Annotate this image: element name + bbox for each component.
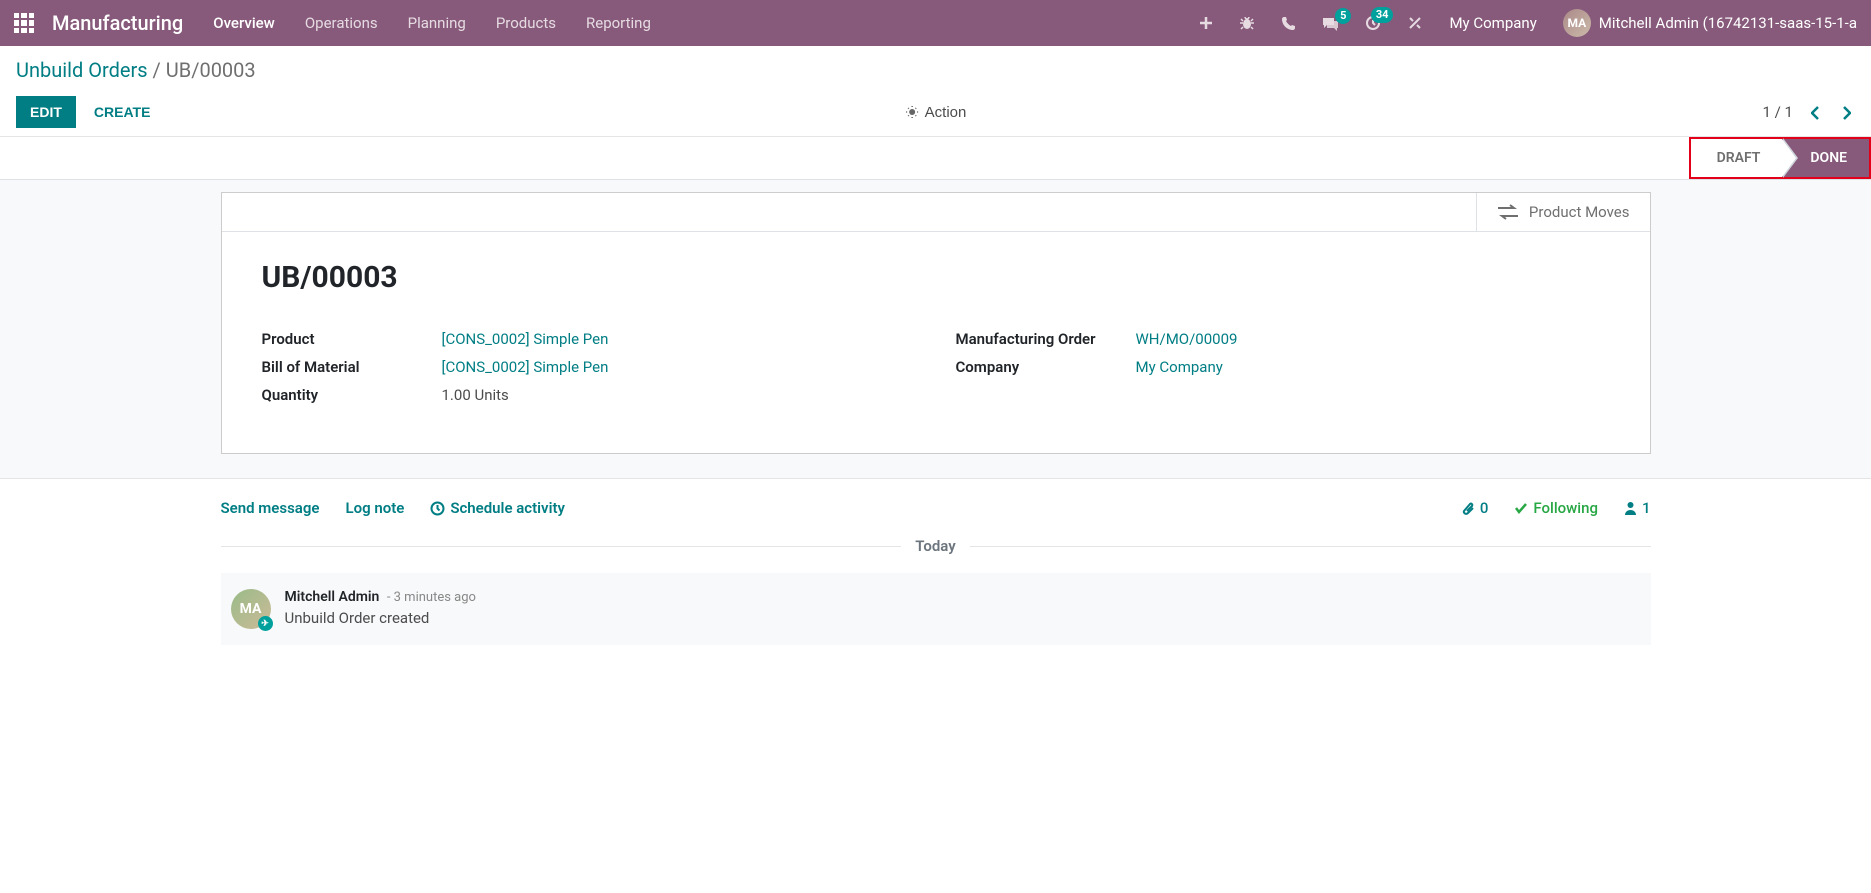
- date-separator-label: Today: [901, 537, 969, 555]
- systray: 5 34: [1199, 15, 1423, 31]
- pager-prev[interactable]: [1807, 102, 1824, 123]
- field-bom[interactable]: [CONS_0002] Simple Pen: [442, 358, 609, 376]
- pager-value[interactable]: 1 / 1: [1763, 103, 1794, 121]
- nav-overview[interactable]: Overview: [213, 14, 275, 32]
- nav-menu: Overview Operations Planning Products Re…: [213, 14, 651, 32]
- chatter-toolbar: Send message Log note Schedule activity …: [221, 499, 1651, 537]
- action-dropdown[interactable]: Action: [905, 104, 967, 121]
- toolbar: EDIT CREATE Action 1 / 1: [16, 92, 1855, 132]
- field-product[interactable]: [CONS_0002] Simple Pen: [442, 330, 609, 348]
- message-item: MA Mitchell Admin - 3 minutes ago Unbuil…: [221, 573, 1651, 645]
- send-message-button[interactable]: Send message: [221, 499, 320, 517]
- record-title: UB/00003: [262, 260, 1610, 295]
- breadcrumb: Unbuild Orders / UB/00003: [16, 58, 1855, 82]
- user-avatar: MA: [1563, 9, 1591, 37]
- edit-button[interactable]: EDIT: [16, 96, 76, 128]
- plus-icon[interactable]: [1199, 16, 1213, 30]
- label-quantity: Quantity: [262, 386, 442, 404]
- schedule-activity-label: Schedule activity: [450, 499, 565, 517]
- statusbar: DRAFT DONE: [1689, 137, 1871, 179]
- user-name: Mitchell Admin (16742131-saas-15-1-a: [1599, 14, 1857, 32]
- followers-count: 1: [1642, 499, 1651, 517]
- attachments-count: 0: [1480, 499, 1489, 517]
- statusbar-container: DRAFT DONE: [0, 136, 1871, 180]
- breadcrumb-current: UB/00003: [166, 58, 256, 82]
- breadcrumb-root[interactable]: Unbuild Orders: [16, 58, 148, 82]
- message-author[interactable]: Mitchell Admin: [285, 589, 380, 605]
- app-brand[interactable]: Manufacturing: [52, 11, 183, 35]
- action-label: Action: [925, 104, 967, 121]
- schedule-activity-button[interactable]: Schedule activity: [430, 499, 565, 517]
- sheet-header: Product Moves: [222, 193, 1650, 232]
- company-selector[interactable]: My Company: [1449, 14, 1536, 32]
- field-mo[interactable]: WH/MO/00009: [1136, 330, 1238, 348]
- nav-products[interactable]: Products: [496, 14, 556, 32]
- label-product: Product: [262, 330, 442, 348]
- phone-icon[interactable]: [1281, 16, 1296, 31]
- field-quantity: 1.00 Units: [442, 386, 509, 404]
- messages-icon[interactable]: 5: [1322, 16, 1339, 31]
- pager: 1 / 1: [1763, 102, 1856, 123]
- status-draft[interactable]: DRAFT: [1691, 139, 1783, 177]
- message-time: - 3 minutes ago: [387, 590, 476, 605]
- pager-next[interactable]: [1838, 102, 1855, 123]
- form-sheet: Product Moves UB/00003 Product [CONS_000…: [221, 192, 1651, 454]
- nav-planning[interactable]: Planning: [408, 14, 466, 32]
- label-company: Company: [956, 358, 1136, 376]
- nav-reporting[interactable]: Reporting: [586, 14, 651, 32]
- label-mo: Manufacturing Order: [956, 330, 1136, 348]
- product-moves-button[interactable]: Product Moves: [1476, 193, 1650, 231]
- product-moves-label: Product Moves: [1529, 203, 1630, 221]
- activities-badge: 34: [1371, 7, 1394, 23]
- message-text: Unbuild Order created: [285, 609, 476, 627]
- messages-badge: 5: [1335, 8, 1351, 24]
- following-button[interactable]: Following: [1514, 499, 1598, 517]
- field-company[interactable]: My Company: [1136, 358, 1223, 376]
- user-menu[interactable]: MA Mitchell Admin (16742131-saas-15-1-a: [1563, 9, 1857, 37]
- chatter: Send message Log note Schedule activity …: [221, 479, 1651, 665]
- apps-icon[interactable]: [14, 13, 34, 33]
- control-panel: Unbuild Orders / UB/00003 EDIT CREATE Ac…: [0, 46, 1871, 132]
- followers-button[interactable]: 1: [1624, 499, 1651, 517]
- date-separator: Today: [221, 537, 1651, 555]
- form-area: Product Moves UB/00003 Product [CONS_000…: [0, 180, 1871, 479]
- nav-operations[interactable]: Operations: [305, 14, 378, 32]
- log-note-button[interactable]: Log note: [345, 499, 404, 517]
- attachments-button[interactable]: 0: [1461, 499, 1489, 517]
- bug-icon[interactable]: [1239, 15, 1255, 31]
- message-avatar: MA: [231, 589, 271, 629]
- label-bom: Bill of Material: [262, 358, 442, 376]
- tools-icon[interactable]: [1407, 15, 1423, 31]
- activities-icon[interactable]: 34: [1365, 15, 1381, 31]
- main-navbar: Manufacturing Overview Operations Planni…: [0, 0, 1871, 46]
- create-button[interactable]: CREATE: [80, 96, 165, 128]
- following-label: Following: [1533, 499, 1598, 517]
